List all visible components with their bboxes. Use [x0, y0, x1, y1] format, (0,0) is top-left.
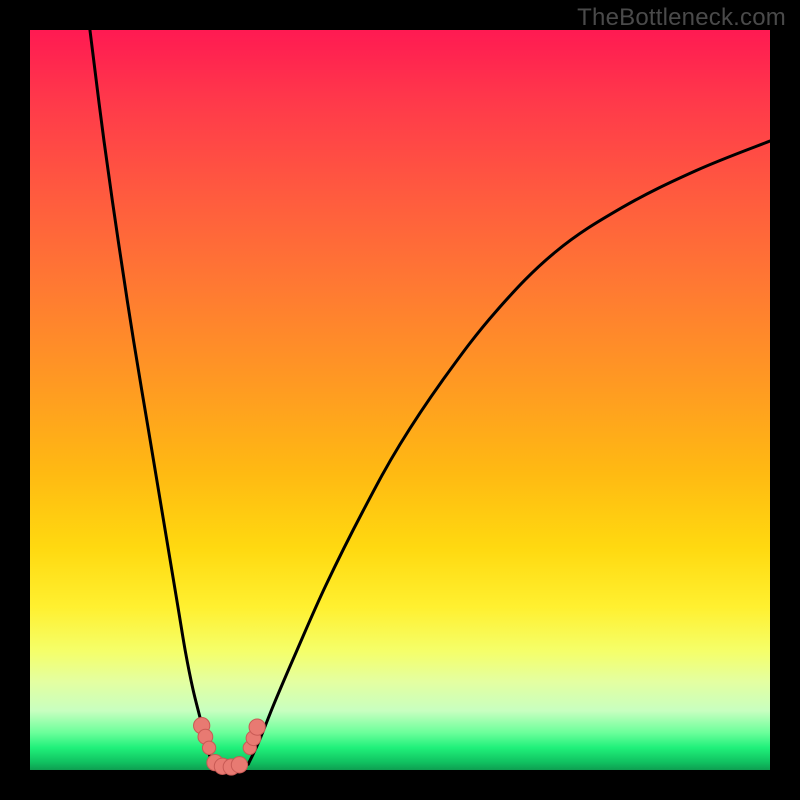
watermark-text: TheBottleneck.com	[577, 4, 786, 32]
chart-frame: TheBottleneck.com	[0, 0, 800, 800]
data-marker	[249, 719, 265, 735]
chart-svg	[30, 30, 770, 770]
data-marker	[231, 757, 247, 773]
data-marker	[202, 741, 215, 754]
curve-layer	[90, 30, 770, 769]
curve-left-branch	[90, 30, 212, 764]
curve-right-branch	[248, 141, 770, 764]
marker-layer	[194, 717, 266, 775]
chart-plot-area	[30, 30, 770, 770]
